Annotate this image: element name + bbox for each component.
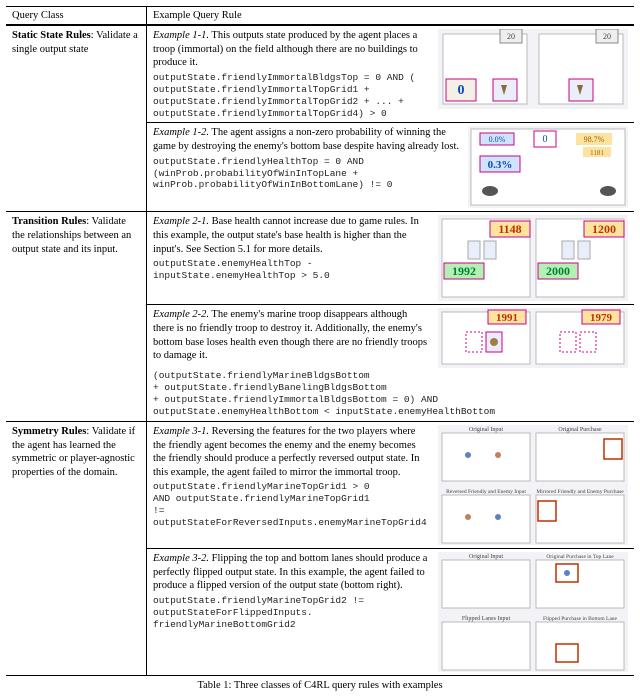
table-header: Query Class Example Query Rule — [6, 7, 634, 25]
val-d: 2000 — [546, 264, 570, 278]
fig-label: Flipped Lanes Input — [462, 616, 511, 622]
example-num: Example 2-2. — [153, 309, 209, 320]
val-a: 1148 — [498, 222, 521, 236]
example-code: outputState.friendlyMarineTopGrid1 > 0 A… — [153, 481, 430, 529]
example-1-2: Example 1-2. The agent assigns a non-zer… — [147, 122, 634, 211]
ship-icon — [482, 186, 498, 196]
fig-label: Reversed Friendly and Enemy Input — [446, 489, 526, 495]
val-a: 1991 — [496, 312, 518, 324]
example-2-2: Example 2-2. The enemy's marine troop di… — [147, 304, 634, 421]
fig-label: Original Purchase in Top Lane — [546, 554, 614, 560]
fig-tag: 20 — [603, 32, 611, 41]
table-caption: Table 1: Three classes of C4RL query rul… — [6, 676, 634, 691]
group-label: Static State Rules: Validate a single ou… — [6, 26, 146, 211]
figure-thumbnail: Original Input Original Purchase in Top … — [438, 552, 628, 672]
extra: 1181 — [590, 149, 604, 157]
pct: 0.0% — [489, 135, 506, 144]
group-label: Symmetry Rules: Validate if the agent ha… — [6, 422, 146, 675]
group-title: Static State Rules — [12, 30, 91, 41]
example-text: Example 3-2. Flipping the top and bottom… — [153, 552, 434, 672]
figure-thumbnail: 1148 1200 1992 2000 — [438, 215, 628, 301]
example-3-1: Example 3-1. Reversing the features for … — [147, 422, 634, 548]
val-c: 1992 — [452, 264, 476, 278]
example-1-1: Example 1-1. This outputs state produced… — [147, 26, 634, 122]
fig-label: Original Input — [469, 427, 503, 433]
example-text: Example 1-1. This outputs state produced… — [153, 29, 434, 119]
example-num: Example 3-1. — [153, 426, 209, 437]
example-code: outputState.enemyHealthTop - inputState.… — [153, 258, 430, 282]
fig-label: Flipped Purchase in Bottom Lane — [543, 616, 617, 622]
group-label: Transition Rules: Validate the relations… — [6, 212, 146, 421]
example-code: (outputState.friendlyMarineBldgsBottom +… — [153, 370, 628, 418]
val-b: 1200 — [592, 222, 616, 236]
fig-label: Mirrored Friendly and Enemy Purchase — [536, 489, 624, 495]
pct: 0.3% — [488, 159, 513, 171]
group-symmetry: Symmetry Rules: Validate if the agent ha… — [6, 421, 634, 675]
unit-icon — [495, 514, 501, 520]
group-title: Symmetry Rules — [12, 426, 86, 437]
troop-icon — [490, 338, 498, 346]
unit-icon — [495, 452, 501, 458]
examples-container: Example 2-1. Base health cannot increase… — [146, 212, 634, 421]
figure-thumbnail: Original Input Original Purchase Reverse… — [438, 425, 628, 545]
fig-tag: 20 — [507, 32, 515, 41]
group-transition: Transition Rules: Validate the relations… — [6, 211, 634, 421]
example-num: Example 2-1. — [153, 216, 209, 227]
example-num: Example 1-1. — [153, 30, 209, 41]
figure-thumbnail: 1991 1979 — [438, 308, 628, 368]
example-code: outputState.friendlyMarineTopGrid2 != ou… — [153, 595, 430, 631]
fig-label: Original Purchase — [558, 427, 601, 433]
fig-num: 0 — [458, 83, 465, 98]
example-text: Example 2-2. The enemy's marine troop di… — [153, 308, 434, 368]
query-rules-table: Query Class Example Query Rule Static St… — [6, 6, 634, 676]
example-3-2: Example 3-2. Flipping the top and bottom… — [147, 548, 634, 675]
val-b: 1979 — [590, 312, 613, 324]
val: 0 — [543, 134, 548, 145]
unit-icon — [465, 452, 471, 458]
examples-container: Example 1-1. This outputs state produced… — [146, 26, 634, 211]
example-text: Example 2-1. Base health cannot increase… — [153, 215, 434, 301]
example-num: Example 3-2. — [153, 553, 209, 564]
example-text: Example 1-2. The agent assigns a non-zer… — [153, 126, 464, 208]
example-code: outputState.friendlyHealthTop = 0 AND (w… — [153, 156, 460, 192]
group-title: Transition Rules — [12, 216, 86, 227]
figure-thumbnail: 20 20 0 — [438, 29, 628, 119]
example-num: Example 1-2. — [153, 127, 209, 138]
example-2-1: Example 2-1. Base health cannot increase… — [147, 212, 634, 304]
unit-icon — [564, 570, 570, 576]
header-example: Example Query Rule — [146, 7, 634, 24]
ship-icon — [600, 186, 616, 196]
example-code: outputState.friendlyImmortalBldgsTop = 0… — [153, 72, 430, 120]
header-query-class: Query Class — [6, 7, 146, 24]
figure-thumbnail: 0.0% 0 98.7% 1181 0.3% — [468, 126, 628, 208]
fig-label: Original Input — [469, 554, 503, 560]
group-static-state: Static State Rules: Validate a single ou… — [6, 25, 634, 211]
example-text: Example 3-1. Reversing the features for … — [153, 425, 434, 545]
unit-icon — [465, 514, 471, 520]
pct: 98.7% — [584, 135, 605, 144]
examples-container: Example 3-1. Reversing the features for … — [146, 422, 634, 675]
